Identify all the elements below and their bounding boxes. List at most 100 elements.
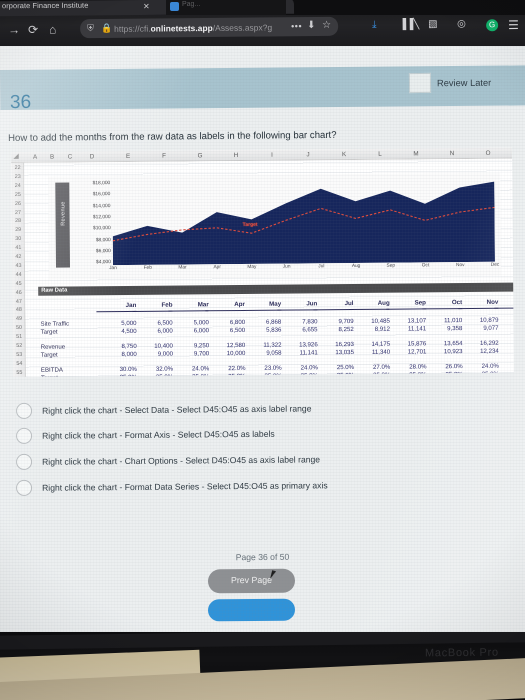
raw-data-header-rule: [96, 310, 137, 313]
raw-data-table: JanFebMarAprMayJunJulAugSepOctNovDecSite…: [38, 295, 514, 377]
excel-row-header[interactable]: 25: [11, 192, 24, 198]
excel-row-header[interactable]: 42: [12, 254, 25, 260]
bookmark-star-icon[interactable]: ☆: [322, 20, 331, 31]
excel-row-header[interactable]: 49: [12, 316, 25, 322]
account-icon[interactable]: ◎: [457, 19, 466, 30]
raw-data-month-header: Dec: [492, 298, 513, 305]
raw-data-cell: 12,932: [493, 316, 514, 323]
chart-x-tick-label: Feb: [143, 265, 152, 271]
shield-icon[interactable]: ⛨: [87, 23, 94, 34]
home-icon[interactable]: ⌂: [49, 22, 56, 36]
answer-option-radio[interactable]: [16, 427, 33, 444]
raw-data-cell: 17,210: [493, 339, 514, 346]
raw-data-header-rule: [241, 309, 282, 311]
favicon-icon: [170, 2, 179, 11]
page-actions-icon[interactable]: •••: [291, 21, 302, 31]
excel-row-header[interactable]: 53: [13, 352, 26, 358]
url-domain: onlinetests.app: [150, 22, 213, 34]
close-icon[interactable]: ✕: [143, 2, 150, 11]
excel-row-header[interactable]: 30: [12, 236, 25, 242]
prev-page-button[interactable]: Prev Page: [207, 568, 296, 594]
excel-chart[interactable]: Revenue $18,000 $16,000 $14,000 $12,000 $10,…: [48, 172, 502, 280]
excel-column-header[interactable]: I: [261, 151, 283, 158]
chart-y-tick-label: $4,000: [95, 260, 111, 266]
answer-option-label: Right click the chart - Format Axis - Se…: [42, 428, 275, 441]
hamburger-menu-icon[interactable]: ☰: [508, 18, 519, 32]
excel-row-header[interactable]: 24: [11, 183, 24, 189]
raw-data-cell: 12,968: [493, 347, 514, 354]
library-icon[interactable]: ▐▐╲: [399, 19, 419, 30]
exam-page: 36 Review Later How to add the months fr…: [0, 46, 525, 641]
avatar[interactable]: G: [486, 19, 499, 32]
chart-x-tick-label: Jan: [109, 266, 117, 272]
excel-row-header[interactable]: 45: [12, 281, 25, 287]
chart-y-tick-label: $18,000: [92, 181, 111, 187]
chart-plot-area: [112, 177, 495, 266]
raw-data-header-rule: [494, 307, 514, 309]
pocket-icon[interactable]: ⬇: [307, 20, 315, 31]
browser-navbar: → ⟳ ⌂ ⛨ 🔒 https://cfi.onlinetests.app/As…: [0, 10, 525, 46]
lock-icon[interactable]: 🔒: [101, 23, 112, 34]
excel-row-header[interactable]: 41: [12, 245, 25, 251]
excel-row-header[interactable]: 55: [13, 370, 26, 376]
excel-column-header[interactable]: J: [297, 151, 319, 158]
excel-row-header[interactable]: 46: [12, 289, 25, 296]
excel-column-header[interactable]: D: [81, 153, 103, 160]
review-later-checkbox[interactable]: [408, 72, 432, 94]
chart-y-tick-label: $16,000: [92, 192, 111, 198]
sidebar-icon[interactable]: ▧: [428, 19, 438, 30]
raw-data-header-rule: [168, 310, 209, 312]
raw-data-row-label: Site Traffic: [40, 320, 70, 328]
excel-column-header[interactable]: L: [369, 150, 391, 157]
raw-data-header-rule: [385, 308, 426, 310]
answer-option-label: Right click the chart - Format Data Seri…: [42, 480, 328, 493]
excel-row-header[interactable]: 22: [11, 165, 24, 171]
excel-row-header[interactable]: 50: [13, 325, 26, 331]
excel-row-header[interactable]: 28: [12, 218, 25, 224]
excel-column-header[interactable]: M: [405, 150, 427, 157]
download-icon[interactable]: ⤓: [372, 19, 377, 30]
browser-chrome: orporate Finance Institute ✕ Pag... → ⟳ …: [0, 0, 525, 46]
chart-y-tick-labels: $18,000 $16,000 $14,000 $12,000 $10,000 $8,00…: [74, 179, 111, 271]
excel-column-header[interactable]: C: [59, 153, 81, 160]
question-text: How to add the months from the raw data …: [8, 129, 337, 144]
raw-data-cell: 25.0%: [493, 370, 514, 377]
excel-row-header[interactable]: 52: [13, 343, 26, 349]
excel-row-header[interactable]: 48: [12, 307, 25, 313]
chart-x-tick-label: Apr: [213, 265, 221, 271]
chart-x-tick-label: Jul: [318, 264, 325, 270]
raw-data-row-label: Target: [40, 351, 58, 359]
excel-row-header[interactable]: 51: [13, 334, 26, 340]
excel-column-header[interactable]: F: [153, 152, 175, 159]
excel-row-header[interactable]: 54: [13, 361, 26, 367]
excel-row-header[interactable]: 29: [12, 227, 25, 233]
raw-data-cell: 23.0%: [493, 362, 514, 369]
url-text: https://cfi.onlinetests.app/Assess.aspx?…: [114, 22, 272, 34]
device-brand-label: MacBook Pro: [424, 646, 499, 660]
excel-column-header[interactable]: O: [477, 149, 499, 156]
reload-icon[interactable]: ⟳: [28, 23, 38, 37]
next-page-button[interactable]: [207, 598, 296, 622]
excel-column-header[interactable]: E: [117, 152, 139, 159]
chart-y-tick-label: $6,000: [95, 248, 111, 255]
answer-option-radio[interactable]: [16, 402, 33, 419]
excel-column-header[interactable]: H: [225, 151, 247, 159]
browser-tab-second-title: Pag...: [182, 1, 201, 8]
chart-x-tick-label: May: [247, 264, 257, 270]
excel-column-header[interactable]: N: [441, 150, 463, 157]
answer-option-radio[interactable]: [16, 479, 33, 496]
answer-option-radio[interactable]: [16, 453, 33, 470]
chart-x-tick-label: Mar: [178, 265, 187, 271]
chart-svg: [112, 181, 495, 266]
excel-column-header[interactable]: K: [333, 150, 355, 158]
chart-y-axis-title-text: Revenue: [60, 201, 67, 226]
excel-row-header[interactable]: 47: [12, 298, 25, 304]
excel-row-header[interactable]: 44: [12, 272, 25, 278]
excel-row-header[interactable]: 23: [11, 174, 24, 180]
excel-row-header[interactable]: 27: [12, 209, 25, 215]
page-indicator: Page 36 of 50: [235, 551, 290, 563]
forward-icon[interactable]: →: [8, 23, 20, 37]
excel-row-header[interactable]: 43: [12, 263, 25, 269]
excel-row-header[interactable]: 26: [11, 200, 24, 207]
excel-column-header[interactable]: G: [189, 152, 211, 159]
